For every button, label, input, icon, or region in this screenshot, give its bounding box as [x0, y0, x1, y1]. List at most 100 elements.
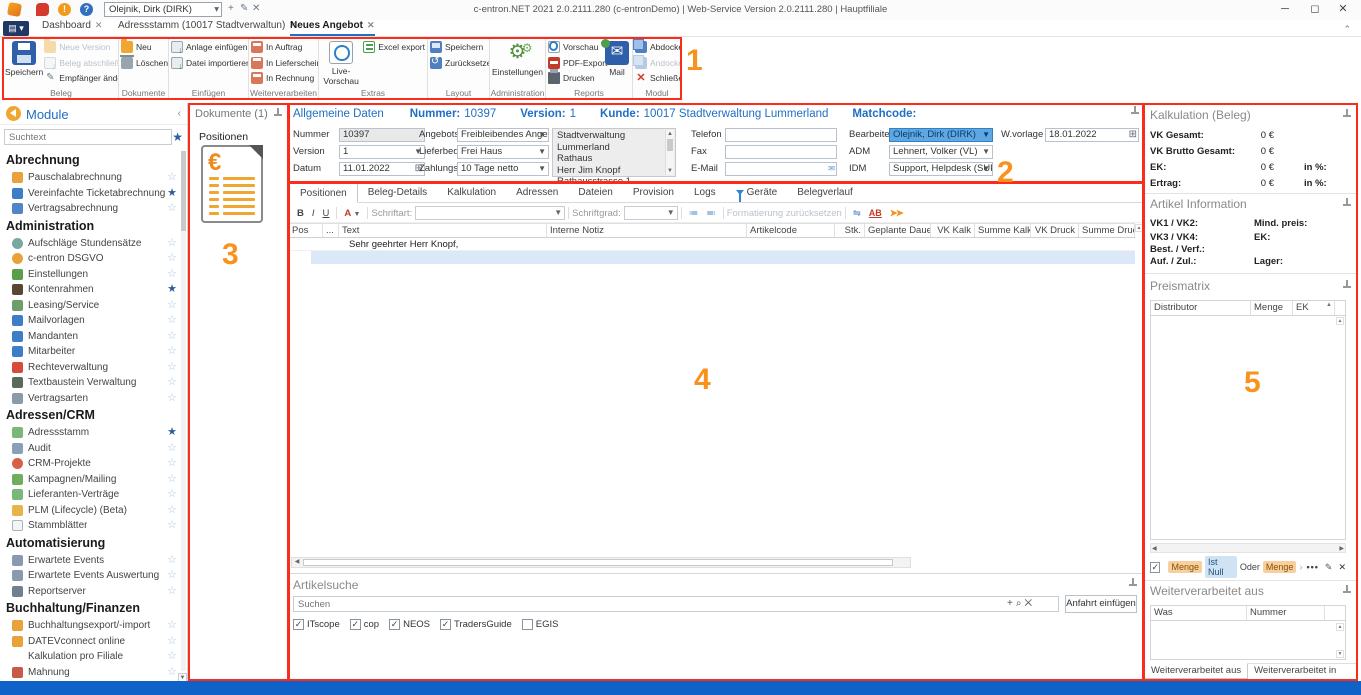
close-tab-icon[interactable]: ✕ — [95, 20, 103, 30]
empfaenger-aendern-button[interactable]: Empfänger ändern — [43, 70, 119, 86]
column-nummer[interactable]: Nummer — [1247, 606, 1325, 620]
neue-version-button[interactable]: Neue Version — [43, 39, 119, 55]
favorite-star-icon[interactable]: ☆ — [167, 253, 177, 264]
anfahrt-einfuegen-button[interactable]: Anfahrt einfügen — [1065, 595, 1137, 613]
datei-importieren-button[interactable]: Datei importieren — [170, 55, 249, 71]
sidebar-item-erwartete-events-auswertung[interactable]: Erwartete Events Auswertung☆ — [6, 568, 181, 584]
favorite-star-icon[interactable]: ☆ — [167, 203, 177, 214]
sidebar-item-einstellungen[interactable]: Einstellungen☆ — [6, 267, 181, 283]
favorite-star-icon[interactable]: ☆ — [167, 636, 177, 647]
checkbox-cop[interactable] — [350, 619, 361, 630]
tab-adressen[interactable]: Adressen — [506, 182, 568, 202]
checkbox-itscope[interactable] — [293, 619, 304, 630]
sidebar-item-rechteverwaltung[interactable]: Rechteverwaltung☆ — [6, 360, 181, 376]
sidebar-item-crm-projekte[interactable]: CRM-Projekte☆ — [6, 456, 181, 472]
sidebar-item-vertragsabrechnung[interactable]: Vertragsabrechnung☆ — [6, 201, 181, 217]
bearbeiter-dropdown[interactable]: Olejnik, Dirk (DIRK)▼ — [889, 128, 993, 142]
column-geplante-dauer[interactable]: Geplante Dauer — [865, 224, 931, 237]
favorite-star-icon[interactable]: ☆ — [167, 667, 177, 678]
favorite-star-icon[interactable]: ☆ — [167, 346, 177, 357]
sidebar-item-stammblaetter[interactable]: Stammblätter☆ — [6, 518, 181, 534]
column-was[interactable]: Was — [1151, 606, 1247, 620]
sidebar-item-mailvorlagen[interactable]: Mailvorlagen☆ — [6, 313, 181, 329]
sidebar-item-c-entron-dsgvo[interactable]: c-entron DSGVO☆ — [6, 251, 181, 267]
sidebar-item-kalkulation-pro-filiale[interactable]: Kalkulation pro Filiale☆ — [6, 649, 181, 665]
checkbox-tradersguide[interactable] — [440, 619, 451, 630]
spellcheck-icon[interactable]: AB — [865, 208, 886, 218]
schliessen-button[interactable]: Schließen — [634, 70, 681, 86]
tab-geraete[interactable]: Geräte — [726, 182, 788, 202]
pdf-export-button[interactable]: PDF-Export — [547, 55, 603, 71]
address-scrollbar[interactable]: ▲▼ — [665, 130, 674, 175]
filter-checkbox[interactable] — [1150, 562, 1160, 573]
chevron-down-icon[interactable]: ▼ — [538, 129, 546, 141]
favorite-star-icon[interactable]: ☆ — [167, 570, 177, 581]
favorite-star-icon[interactable]: ☆ — [167, 269, 177, 280]
minimize-button[interactable]: ─ — [1271, 2, 1299, 17]
email-field[interactable]: ✉ — [725, 162, 837, 176]
paragraph-mark-icon[interactable]: ⇋ — [849, 208, 865, 219]
remove-filter-icon[interactable]: ✕ — [1338, 562, 1346, 573]
favorite-star-icon[interactable]: ★ — [167, 427, 177, 438]
favorite-star-icon[interactable]: ☆ — [167, 620, 177, 631]
version-dropdown[interactable]: 1▼ — [339, 145, 425, 159]
position-row-greeting[interactable]: Sehr geehrter Herr Knopf, — [289, 238, 1135, 251]
tab-belegverlauf[interactable]: Belegverlauf — [787, 182, 863, 202]
pin-icon[interactable] — [1128, 578, 1137, 587]
sidebar-item-mitarbeiter[interactable]: Mitarbeiter☆ — [6, 344, 181, 360]
excel-export-button[interactable]: Excel export — [362, 39, 426, 55]
font-color-button[interactable]: A ▼ — [340, 208, 364, 219]
column-vk-druck[interactable]: VK Druck — [1031, 224, 1079, 237]
reset-format-button[interactable]: Formatierung zurücksetzen — [727, 208, 842, 219]
angebotsk-dropdown[interactable]: Freibleibendes Angebot▼ — [457, 128, 549, 142]
scroll-down-icon[interactable]: ▼ — [666, 167, 674, 175]
close-button[interactable]: ✕ — [1329, 2, 1357, 17]
font-size-dropdown[interactable]: ▼ — [624, 206, 678, 220]
sidebar-item-leasing-service[interactable]: Leasing/Service☆ — [6, 298, 181, 314]
italic-button[interactable]: I — [308, 208, 319, 219]
filter-field-chip[interactable]: Menge — [1168, 561, 1202, 573]
selected-empty-row[interactable] — [311, 251, 1135, 264]
scroll-up-icon[interactable]: ▲ — [666, 130, 674, 138]
clear-icon[interactable]: ✕ — [1024, 598, 1035, 609]
artikel-search-input[interactable] — [293, 596, 1059, 612]
column-ek[interactable]: EK▲ — [1293, 301, 1335, 315]
save-button[interactable]: Speichern — [5, 39, 43, 86]
sidebar-item-adressstamm[interactable]: Adressstamm★ — [6, 425, 181, 441]
sidebar-item-mahnung[interactable]: Mahnung☆ — [6, 665, 181, 681]
zahlungsk-dropdown[interactable]: 10 Tage netto▼ — [457, 162, 549, 176]
numbered-list-icon[interactable]: ≕ — [702, 208, 720, 219]
favorites-filter-icon[interactable]: ★ — [172, 130, 183, 144]
font-family-dropdown[interactable]: ▼ — [415, 206, 565, 220]
favorite-star-icon[interactable]: ☆ — [167, 586, 177, 597]
tab-provision[interactable]: Provision — [623, 182, 684, 202]
filter-field-chip[interactable]: Menge — [1263, 561, 1297, 573]
sidebar-item-kontenrahmen[interactable]: Kontenrahmen★ — [6, 282, 181, 298]
column-artikelcode[interactable]: Artikelcode — [747, 224, 835, 237]
chevron-right-icon[interactable]: › — [1299, 562, 1302, 572]
vorschau-button[interactable]: Vorschau — [547, 39, 603, 55]
favorite-star-icon[interactable]: ☆ — [167, 489, 177, 500]
loeschen-button[interactable]: Löschen — [120, 55, 169, 71]
favorite-star-icon[interactable]: ☆ — [167, 458, 177, 469]
in-auftrag-button[interactable]: In Auftrag — [250, 39, 319, 55]
mail-button[interactable]: Mail — [603, 39, 631, 86]
add-icon[interactable]: + — [1007, 598, 1016, 609]
pin-icon[interactable] — [1130, 106, 1139, 115]
favorite-star-icon[interactable]: ☆ — [167, 238, 177, 249]
pin-icon[interactable] — [1342, 109, 1351, 118]
sidebar-item-plm[interactable]: PLM (Lifecycle) (Beta)☆ — [6, 503, 181, 519]
underline-button[interactable]: U — [319, 208, 334, 219]
maximize-button[interactable]: ◻ — [1301, 2, 1329, 17]
jump-arrows-icon[interactable]: ➤➤ — [886, 208, 906, 219]
tab-weiterverarbeitet-aus[interactable]: Weiterverarbeitet aus — [1144, 663, 1248, 679]
favorite-star-icon[interactable]: ★ — [167, 284, 177, 295]
fax-field[interactable] — [725, 145, 837, 159]
column-dots[interactable]: ... — [323, 224, 339, 237]
tab-neues-angebot[interactable]: Neues Angebot✕ — [290, 20, 375, 36]
scroll-up-icon[interactable]: ▲ — [1336, 317, 1344, 325]
tab-dateien[interactable]: Dateien — [568, 182, 622, 202]
abdocken-button[interactable]: Abdocken — [634, 39, 681, 55]
tab-weiterverarbeitet-in[interactable]: Weiterverarbeitet in — [1248, 664, 1342, 679]
tab-dashboard[interactable]: Dashboard✕ — [42, 20, 102, 36]
